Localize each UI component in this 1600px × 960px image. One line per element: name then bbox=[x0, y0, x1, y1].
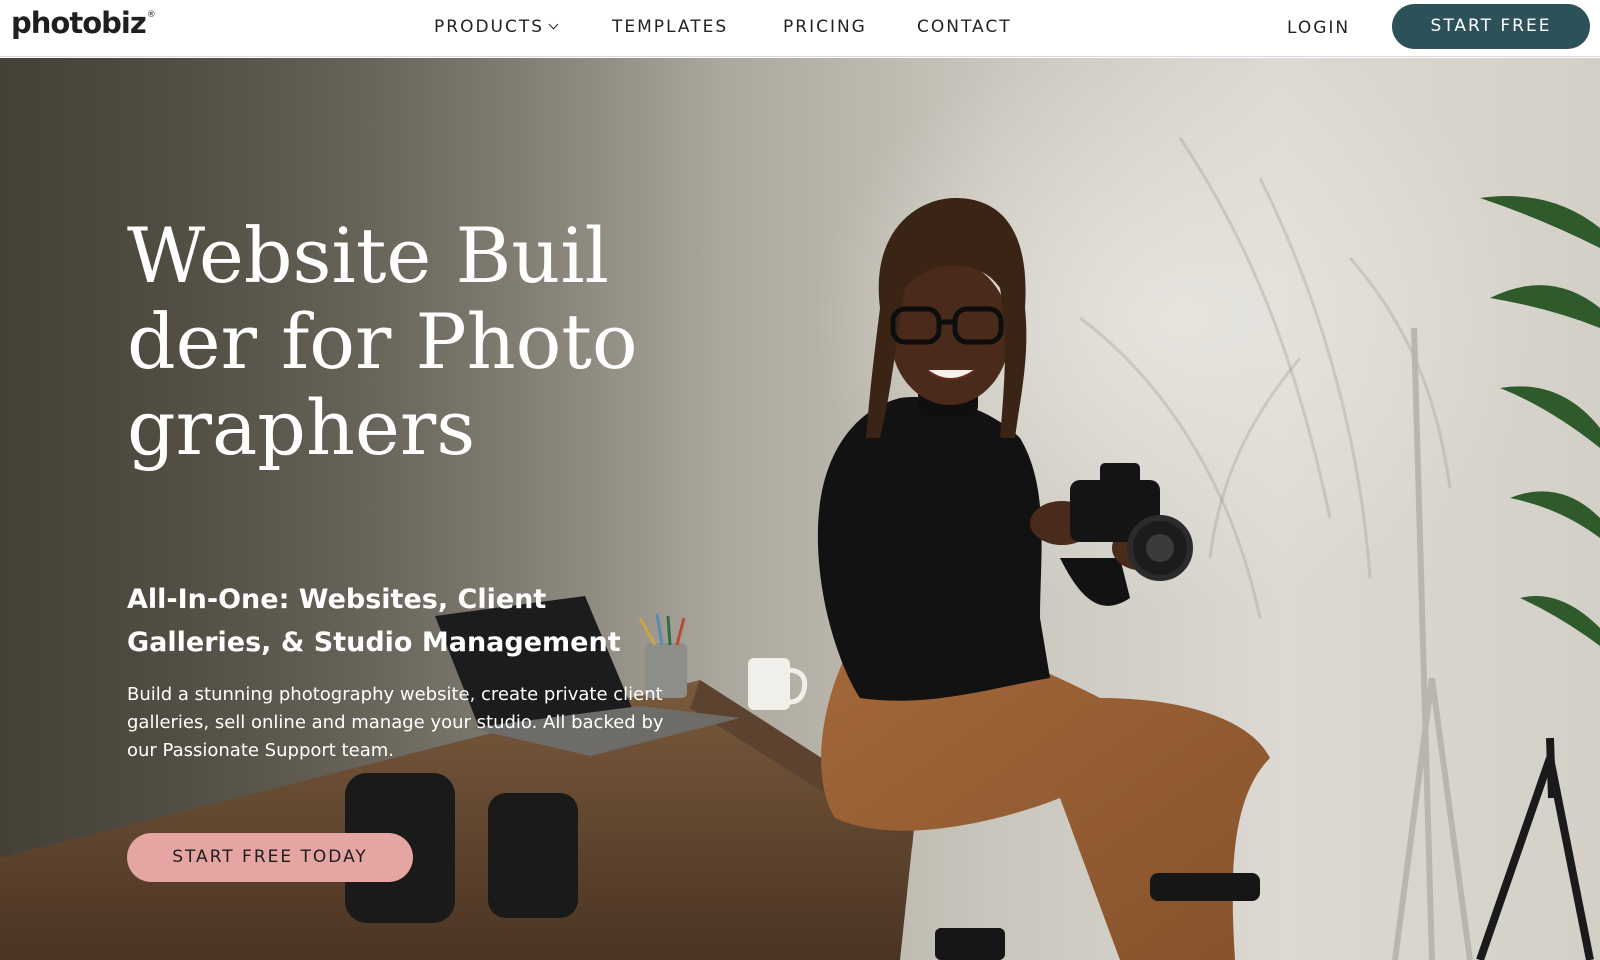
nav-products[interactable]: PRODUCTS bbox=[434, 17, 559, 37]
light-stand bbox=[1392, 327, 1473, 960]
lens-right bbox=[488, 793, 578, 918]
hero-subtitle: All-In-One: Websites, Client Galleries, … bbox=[127, 584, 621, 658]
nav-contact[interactable]: CONTACT bbox=[917, 17, 1012, 37]
mug-handle bbox=[789, 667, 808, 705]
nav-products-label: PRODUCTS bbox=[434, 17, 545, 37]
start-free-button[interactable]: START FREE bbox=[1392, 4, 1590, 49]
login-link[interactable]: LOGIN bbox=[1287, 18, 1350, 38]
palm-plant bbox=[1480, 196, 1600, 646]
nav-templates[interactable]: TEMPLATES bbox=[612, 17, 728, 37]
hero-section: Website Builder for Photographers All-In… bbox=[0, 58, 1600, 960]
site-header: photobiz® PRODUCTS TEMPLATES PRICING CON… bbox=[0, 0, 1600, 57]
hero-photo bbox=[0, 58, 1600, 960]
nav-pricing[interactable]: PRICING bbox=[783, 17, 867, 37]
coffee-mug bbox=[748, 658, 790, 710]
hero-title: Website Builder for Photographers bbox=[127, 211, 638, 472]
start-free-today-button[interactable]: START FREE TODAY bbox=[127, 833, 413, 882]
tripod bbox=[1476, 737, 1594, 960]
chevron-down-icon bbox=[548, 19, 559, 30]
arm-right bbox=[1060, 558, 1130, 606]
main-nav: PRODUCTS TEMPLATES PRICING CONTACT LOGIN bbox=[0, 0, 1600, 56]
hero-description: Build a stunning photography website, cr… bbox=[127, 684, 664, 761]
